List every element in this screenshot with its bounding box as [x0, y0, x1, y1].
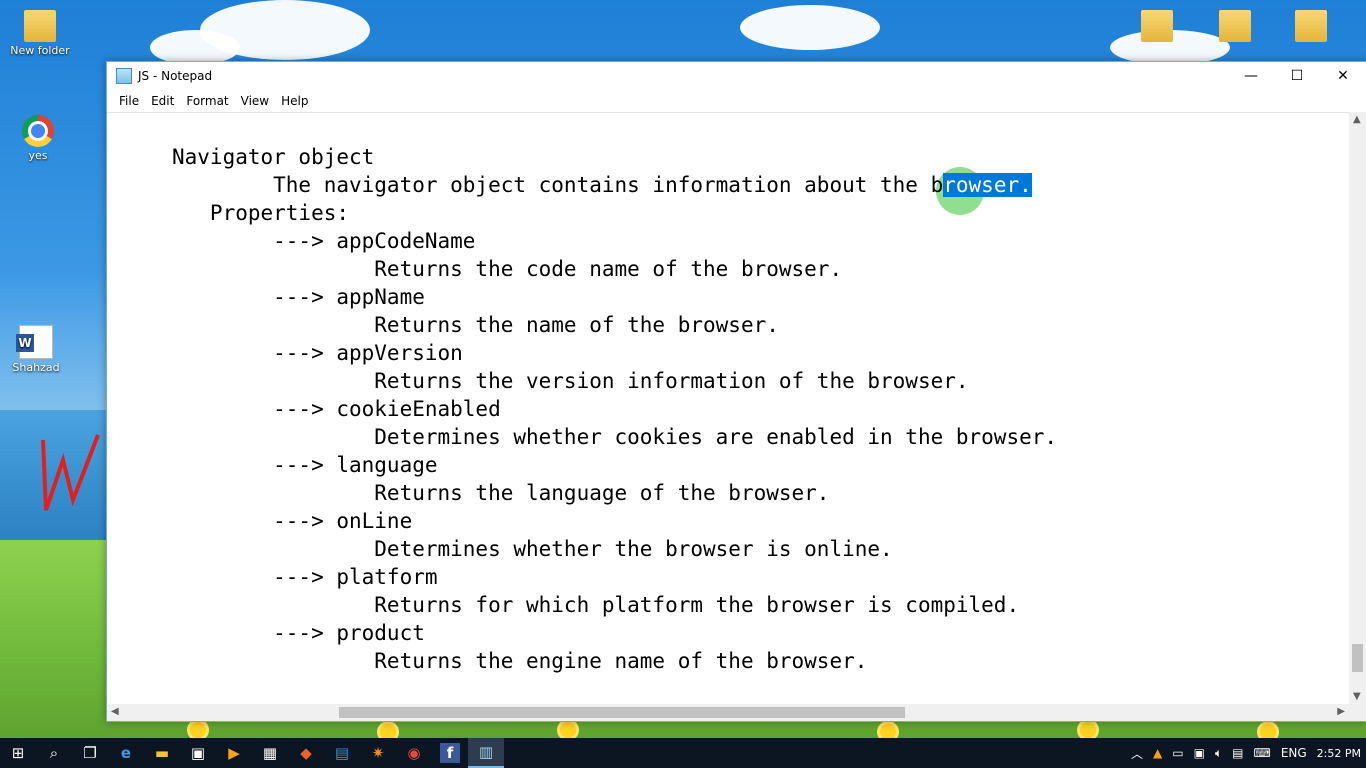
horizontal-scrollbar[interactable]: ◀ ▶ — [107, 704, 1349, 721]
menu-file[interactable]: File — [113, 94, 145, 108]
editor-line: ---> product — [172, 621, 425, 645]
vertical-scrollbar[interactable]: ▲ ▼ — [1349, 112, 1366, 704]
flower — [560, 722, 576, 738]
battery-icon[interactable]: ▭ — [1167, 746, 1188, 760]
editor-line-text: The navigator object contains informatio… — [172, 173, 931, 197]
system-tray: ︿ ▲ ▭ ▣ 🔈︎ ▤ ⌨︎ ENG 2:52 PM — [1126, 738, 1366, 768]
editor-line: ---> platform — [172, 565, 438, 589]
file-explorer-icon[interactable]: ▬ — [144, 738, 180, 768]
chrome-icon — [22, 115, 54, 147]
flower — [190, 722, 206, 738]
editor-line: ---> appVersion — [172, 341, 463, 365]
app-icon[interactable]: ✷ — [360, 738, 396, 768]
scroll-left-arrow-icon[interactable]: ◀ — [111, 706, 119, 717]
folder-icon — [1219, 10, 1251, 42]
desktop-icon-new-folder[interactable]: New folder — [0, 10, 80, 57]
menu-bar: File Edit Format View Help — [107, 90, 1366, 112]
word-document-icon — [16, 325, 53, 359]
maximize-button[interactable]: ☐ — [1274, 62, 1320, 90]
app-icon[interactable]: ◆ — [288, 738, 324, 768]
desktop-icon-word[interactable]: Shahzad — [0, 325, 76, 374]
facebook-icon[interactable]: f — [440, 743, 460, 763]
menu-edit[interactable]: Edit — [145, 94, 180, 108]
flower — [1080, 722, 1096, 738]
network-icon[interactable]: ▣ — [1189, 746, 1210, 760]
desktop-icon-label: yes — [28, 149, 48, 162]
notepad-icon — [116, 68, 132, 84]
folder-icon — [24, 10, 56, 42]
scroll-down-arrow-icon[interactable]: ▼ — [1353, 691, 1361, 702]
edge-browser-icon[interactable]: e — [108, 738, 144, 768]
scrollbar-corner — [1349, 704, 1366, 721]
red-scribble — [41, 434, 100, 511]
store-icon[interactable]: ▣ — [180, 738, 216, 768]
flower — [1260, 724, 1276, 738]
close-button[interactable]: ✕ — [1320, 62, 1366, 90]
text-editor[interactable]: Navigator object The navigator object co… — [107, 112, 1349, 704]
language-indicator[interactable]: ENG — [1276, 746, 1312, 760]
scroll-right-arrow-icon[interactable]: ▶ — [1337, 706, 1345, 717]
desktop-icon-folder[interactable] — [1200, 10, 1270, 44]
horizontal-scroll-thumb[interactable] — [339, 707, 905, 718]
menu-format[interactable]: Format — [180, 94, 234, 108]
vertical-scroll-thumb[interactable] — [1352, 644, 1363, 672]
editor-line: Navigator object — [172, 145, 375, 169]
editor-line: Determines whether the browser is online… — [172, 537, 893, 561]
folder-icon — [1295, 10, 1327, 42]
start-button[interactable]: ⊞ — [0, 738, 36, 768]
editor-line: Properties: — [172, 201, 350, 225]
editor-line: Returns the name of the browser. — [172, 313, 779, 337]
app-icon[interactable]: ▤ — [324, 738, 360, 768]
desktop-icon-chrome[interactable]: yes — [0, 115, 78, 162]
desktop-icon-label: Shahzad — [12, 361, 60, 374]
folder-icon — [1141, 10, 1173, 42]
vlc-icon[interactable]: ▲ — [1148, 746, 1167, 760]
search-icon[interactable]: ⌕ — [36, 738, 72, 768]
editor-line: Determines whether cookies are enabled i… — [172, 425, 1058, 449]
editor-line-text: b — [930, 173, 944, 197]
editor-line: ---> appCodeName — [172, 229, 476, 253]
window-title: JS - Notepad — [138, 69, 213, 83]
cloud — [740, 5, 880, 50]
taskbar: ⊞ ⌕ ❐ e ▬ ▣ ▶ ▦ ◆ ▤ ✷ ◉ f ▥ ︿ ▲ ▭ ▣ 🔈︎ ▤… — [0, 738, 1366, 768]
desktop-icon-folder[interactable] — [1122, 10, 1192, 44]
cloud — [150, 30, 240, 65]
task-view-icon[interactable]: ❐ — [72, 738, 108, 768]
notepad-taskbar-icon[interactable]: ▥ — [468, 738, 504, 768]
editor-line: The navigator object contains informatio… — [172, 171, 1032, 199]
editor-line: ---> cookieEnabled — [172, 397, 501, 421]
media-player-icon[interactable]: ▶ — [216, 738, 252, 768]
volume-icon[interactable]: 🔈︎ — [1210, 746, 1227, 761]
editor-line: Returns for which platform the browser i… — [172, 593, 1020, 617]
clock[interactable]: 2:52 PM — [1312, 747, 1366, 760]
editor-line: ---> language — [172, 453, 438, 477]
minimize-button[interactable]: — — [1228, 62, 1274, 90]
chevron-up-icon[interactable]: ︿ — [1126, 745, 1148, 762]
menu-help[interactable]: Help — [275, 94, 314, 108]
editor-line: Returns the language of the browser. — [172, 481, 830, 505]
notepad-window: JS - Notepad — ☐ ✕ File Edit Format View… — [106, 61, 1366, 722]
editor-line: Returns the engine name of the browser. — [172, 649, 868, 673]
action-center-icon[interactable]: ▤ — [1227, 746, 1248, 760]
film-icon[interactable]: ▦ — [252, 738, 288, 768]
title-bar[interactable]: JS - Notepad — ☐ ✕ — [107, 62, 1366, 90]
editor-line: ---> appName — [172, 285, 425, 309]
menu-view[interactable]: View — [235, 94, 275, 108]
flower — [380, 724, 396, 738]
desktop-icon-folder[interactable] — [1276, 10, 1346, 44]
chrome-icon[interactable]: ◉ — [396, 738, 432, 768]
editor-line: ---> onLine — [172, 509, 413, 533]
keyboard-icon[interactable]: ⌨︎ — [1248, 746, 1275, 760]
editor-line: Returns the version information of the b… — [172, 369, 969, 393]
desktop-icon-label: New folder — [10, 44, 70, 57]
scroll-up-arrow-icon[interactable]: ▲ — [1353, 114, 1361, 125]
text-selection: rowser. — [943, 173, 1032, 197]
flower — [880, 724, 896, 738]
editor-line: Returns the code name of the browser. — [172, 257, 843, 281]
